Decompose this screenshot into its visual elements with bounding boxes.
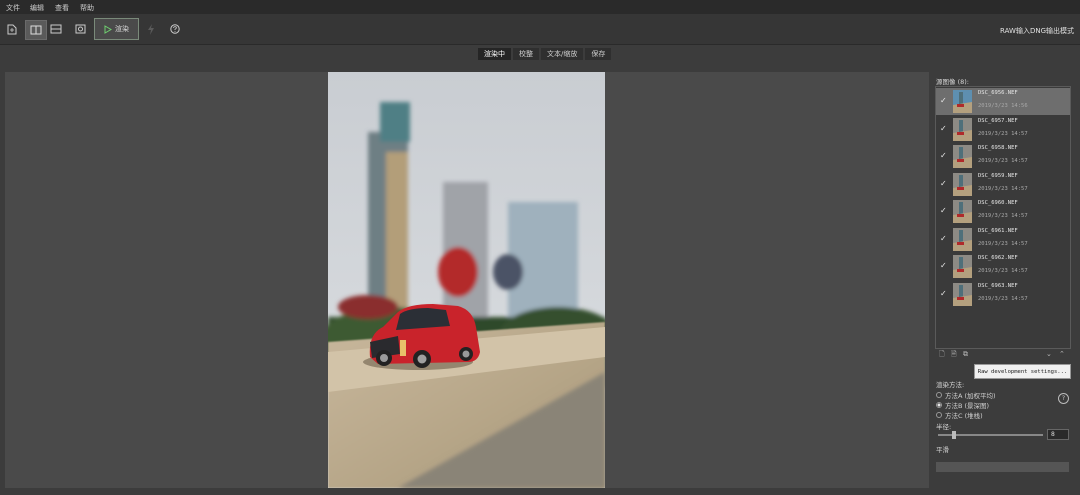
flash-button[interactable] — [141, 20, 161, 38]
image-thumbnail — [953, 200, 972, 223]
tab-rendering[interactable]: 渲染中 — [478, 48, 511, 60]
radius-value: 8 — [1051, 431, 1055, 438]
file-name: DSC_6960.NEF — [978, 200, 1018, 206]
tab-save[interactable]: 保存 — [585, 48, 612, 60]
list-item[interactable]: ✓ DSC_6960.NEF 2019/3/23 14:57 — [936, 198, 1070, 225]
checkbox[interactable]: ✓ — [940, 124, 948, 133]
menu-view[interactable]: 查看 — [55, 3, 69, 13]
add-file-icon[interactable]: 🗋 — [939, 350, 945, 361]
file-date: 2019/3/23 14:57 — [978, 295, 1028, 302]
source-image-list[interactable]: ✓ DSC_6956.NEF 2019/3/23 14:56 ✓ DSC_6957.NE… — [935, 86, 1071, 349]
image-thumbnail — [953, 145, 972, 168]
mode-label: RAW输入DNG输出模式 — [1000, 27, 1074, 35]
file-date: 2019/3/23 14:57 — [978, 268, 1028, 274]
split-horizontal-icon — [50, 24, 62, 34]
image-stack-icon[interactable]: ⧉ — [963, 350, 968, 359]
photo-content — [328, 72, 605, 488]
file-date: 2019/3/23 14:56 — [978, 103, 1028, 109]
image-thumbnail — [953, 255, 972, 278]
file-date: 2019/3/23 14:57 — [978, 240, 1028, 247]
list-item[interactable]: ✓ DSC_6962.NEF 2019/3/23 14:57 — [936, 253, 1070, 280]
file-name: DSC_6963.NEF — [978, 282, 1018, 289]
checkbox[interactable]: ✓ — [940, 152, 948, 160]
checkbox[interactable]: ✓ — [940, 179, 948, 188]
new-file-icon — [7, 24, 17, 34]
radius-label: 半径: — [936, 423, 952, 431]
render-button[interactable]: 渲染 — [94, 18, 139, 40]
render-method-label: 渲染方法: — [936, 381, 965, 389]
file-name: DSC_6961.NEF — [978, 227, 1018, 234]
file-date: 2019/3/23 14:57 — [978, 158, 1028, 164]
menu-edit[interactable]: 编辑 — [30, 3, 44, 13]
menu-file[interactable]: 文件 — [6, 3, 20, 13]
new-file-button[interactable] — [2, 20, 22, 38]
file-name: DSC_6958.NEF — [978, 145, 1018, 151]
method-b-option[interactable]: 方法B (景深图) — [936, 400, 989, 410]
checkbox[interactable]: ✓ — [940, 207, 948, 215]
split-vertical-icon — [30, 25, 42, 35]
lightning-icon — [148, 23, 154, 35]
preview-button[interactable] — [70, 20, 90, 38]
tab-text-scale[interactable]: 文本/缩放 — [541, 48, 584, 60]
list-item[interactable]: ✓ DSC_6961.NEF 2019/3/23 14:57 — [936, 226, 1070, 253]
method-c-label: 方法C (堆栈) — [945, 412, 983, 420]
list-item[interactable]: ✓ DSC_6957.NEF 2019/3/23 14:57 — [936, 116, 1070, 143]
method-a-option[interactable]: 方法A (加权平均) — [936, 390, 996, 400]
image-thumbnail — [953, 227, 972, 251]
method-c-radio[interactable] — [936, 412, 942, 418]
file-name: DSC_6959.NEF — [978, 172, 1018, 179]
file-date: 2019/3/23 14:57 — [978, 213, 1028, 219]
render-label: 渲染 — [115, 25, 129, 33]
main-tabs: 渲染中 校整 文本/缩放 保存 — [478, 48, 612, 60]
split-horizontal-button[interactable] — [46, 20, 66, 38]
image-thumbnail — [953, 172, 972, 196]
smooth-label: 平滑 — [936, 446, 949, 454]
help-button[interactable] — [165, 20, 185, 38]
menu-help[interactable]: 帮助 — [80, 3, 94, 13]
method-c-option[interactable]: 方法C (堆栈) — [936, 410, 983, 420]
smooth-slider[interactable] — [936, 462, 1069, 472]
method-help-icon[interactable]: ? — [1058, 393, 1069, 404]
file-name: DSC_6962.NEF — [978, 255, 1018, 261]
method-a-label: 方法A (加权平均) — [945, 392, 996, 400]
chevron-up-icon[interactable]: ⌃ — [1059, 350, 1065, 358]
checkbox[interactable]: ✓ — [940, 97, 948, 105]
play-icon — [104, 24, 112, 34]
method-b-label: 方法B (景深图) — [945, 402, 990, 410]
list-item[interactable]: ✓ DSC_6963.NEF 2019/3/23 14:57 — [936, 281, 1070, 308]
list-item[interactable]: ✓ DSC_6959.NEF 2019/3/23 14:57 — [936, 171, 1070, 198]
document-icon[interactable]: 🗎 — [951, 350, 957, 361]
image-thumbnail — [953, 282, 972, 306]
file-date: 2019/3/23 14:57 — [978, 185, 1028, 192]
checkbox[interactable]: ✓ — [940, 234, 948, 243]
source-images-title: 源图像 (8): — [936, 78, 969, 86]
image-thumbnail — [953, 90, 972, 113]
checkbox[interactable]: ✓ — [940, 289, 948, 298]
split-vertical-button[interactable] — [25, 20, 47, 40]
method-a-radio[interactable] — [936, 392, 942, 398]
file-date: 2019/3/23 14:57 — [978, 130, 1028, 137]
checkbox[interactable]: ✓ — [940, 262, 948, 270]
radius-slider-handle[interactable] — [952, 431, 956, 439]
file-name: DSC_6956.NEF — [978, 90, 1018, 96]
question-icon — [170, 24, 180, 34]
list-item[interactable]: ✓ DSC_6956.NEF 2019/3/23 14:56 — [936, 88, 1070, 115]
radius-spinbox[interactable]: 8 — [1047, 429, 1069, 440]
image-icon — [75, 24, 85, 34]
list-item[interactable]: ✓ DSC_6958.NEF 2019/3/23 14:57 — [936, 143, 1070, 170]
toolbar: 渲染 RAW输入DNG输出模式 — [0, 14, 1080, 45]
menu-bar: 文件 编辑 查看 帮助 — [0, 0, 1080, 14]
method-b-radio[interactable] — [936, 402, 942, 408]
preview-photo — [328, 72, 605, 488]
file-name: DSC_6957.NEF — [978, 117, 1018, 124]
chevron-down-icon[interactable]: ⌄ — [1046, 350, 1052, 358]
tab-retouch[interactable]: 校整 — [513, 48, 539, 60]
image-thumbnail — [953, 117, 972, 141]
raw-development-settings-button[interactable]: Raw development settings... — [974, 364, 1071, 379]
image-viewer[interactable] — [5, 72, 929, 488]
